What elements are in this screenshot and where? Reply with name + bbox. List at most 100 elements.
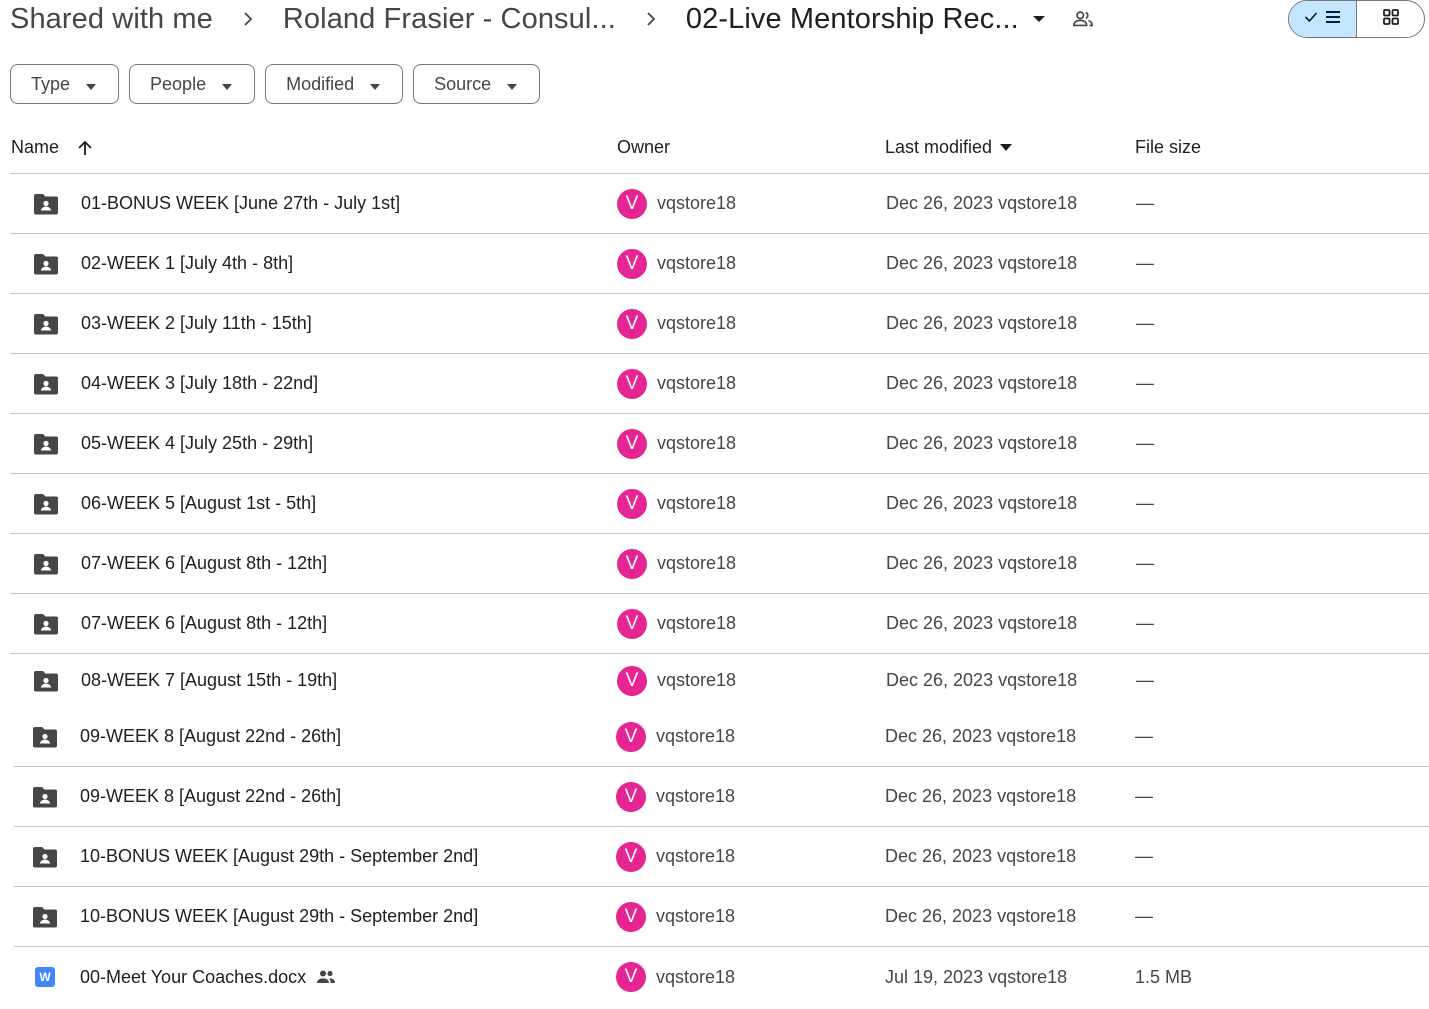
breadcrumb-item-current[interactable]: 02-Live Mentorship Rec... [686,3,1019,36]
avatar[interactable]: V [617,368,647,399]
owner-cell: V vqstore18 [617,534,736,593]
column-label: Last modified [885,137,993,157]
file-name-text: 01-BONUS WEEK [June 27th - July 1st] [81,193,401,213]
chevron-right-icon [213,12,283,26]
list-view-button[interactable] [1289,1,1357,37]
file-name[interactable]: 04-WEEK 3 [July 18th - 22nd] [81,354,318,413]
owner-name: vqstore18 [657,553,737,573]
file-size-cell: 1.5 MB [1135,966,1193,987]
file-size-cell: — [1136,613,1154,633]
avatar[interactable]: V [617,665,647,696]
table-row[interactable]: 07-WEEK 6 [August 8th - 12th] V vqstore1… [10,534,1429,594]
owner-name: vqstore18 [657,373,737,393]
column-header-owner[interactable]: Owner [617,137,670,158]
shared-folder-icon [33,594,59,653]
file-size-cell: — [1136,433,1154,453]
avatar[interactable]: V [617,308,647,339]
table-row[interactable]: 02-WEEK 1 [July 4th - 8th] V vqstore18 D… [10,234,1429,294]
caret-down-icon [222,74,233,95]
column-header-last-modified[interactable]: Last modified [885,137,1013,158]
table-row[interactable]: 06-WEEK 5 [August 1st - 5th] V vqstore18… [10,474,1429,534]
owner-cell: V vqstore18 [616,887,735,946]
breadcrumb-item-parent[interactable]: Roland Frasier - Consul... [283,3,616,36]
column-header-name[interactable]: Name [11,137,93,158]
file-name[interactable]: 07-WEEK 6 [August 8th - 12th] [81,594,327,653]
last-modified-cell: Dec 26, 2023 vqstore18 [885,786,1077,806]
table-row[interactable]: 10-BONUS WEEK [August 29th - September 2… [14,887,1429,947]
avatar[interactable]: V [617,488,647,519]
owner-name: vqstore18 [656,966,736,987]
file-name-text: 07-WEEK 6 [August 8th - 12th] [81,613,328,633]
filter-modified-chip[interactable]: Modified [265,64,404,104]
avatar[interactable]: V [617,188,647,219]
owner-cell: V vqstore18 [617,594,736,653]
avatar[interactable]: V [616,841,646,872]
filter-type-chip[interactable]: Type [10,64,120,104]
table-row[interactable]: 07-WEEK 6 [August 8th - 12th] V vqstore1… [10,594,1429,654]
file-size-cell: — [1135,786,1153,806]
file-name[interactable]: 10-BONUS WEEK [August 29th - September 2… [80,827,478,886]
file-size-cell: — [1136,493,1154,513]
file-name[interactable]: 09-WEEK 8 [August 22nd - 26th] [80,707,341,766]
folder-menu-dropdown-icon[interactable] [1019,14,1059,24]
file-name[interactable]: 07-WEEK 6 [August 8th - 12th] [81,534,327,593]
owner-cell: V vqstore18 [617,234,736,293]
chevron-right-icon [616,12,686,26]
owner-cell: V vqstore18 [617,174,736,233]
shared-people-icon[interactable] [1059,8,1107,30]
file-name[interactable]: 00-Meet Your Coaches.docx [80,947,336,1007]
owner-cell: V vqstore18 [616,947,735,1007]
file-name[interactable]: 08-WEEK 7 [August 15th - 19th] [81,654,337,707]
shared-folder-icon [33,234,59,293]
arrow-up-icon[interactable] [77,140,93,156]
owner-cell: V vqstore18 [616,827,735,886]
file-name[interactable]: 01-BONUS WEEK [June 27th - July 1st] [81,174,400,233]
caret-down-icon [86,74,97,95]
caret-down-icon [507,74,518,95]
file-name-text: 10-BONUS WEEK [August 29th - September 2… [80,846,479,866]
table-row[interactable]: 04-WEEK 3 [July 18th - 22nd] V vqstore18… [10,354,1429,414]
owner-name: vqstore18 [657,313,737,333]
file-name-text: 06-WEEK 5 [August 1st - 5th] [81,493,317,513]
table-row[interactable]: 05-WEEK 4 [July 25th - 29th] V vqstore18… [10,414,1429,474]
file-size-cell: — [1136,253,1154,273]
column-label: Name [11,137,60,157]
table-row[interactable]: W 00-Meet Your Coaches.docx V vqstore18 … [14,947,1429,1007]
last-modified-cell: Dec 26, 2023 vqstore18 [885,846,1077,866]
shared-icon [316,969,336,985]
table-row[interactable]: 10-BONUS WEEK [August 29th - September 2… [14,827,1429,887]
table-row[interactable]: 09-WEEK 8 [August 22nd - 26th] V vqstore… [14,707,1429,767]
avatar[interactable]: V [617,548,647,579]
table-row[interactable]: 09-WEEK 8 [August 22nd - 26th] V vqstore… [14,767,1429,827]
file-type-badge: W [35,967,55,987]
file-size-cell: — [1135,726,1153,746]
avatar[interactable]: V [617,428,647,459]
filter-source-chip[interactable]: Source [413,64,541,104]
filter-people-chip[interactable]: People [129,64,256,104]
file-size-cell: — [1136,313,1154,333]
column-label: File size [1135,137,1202,157]
file-name[interactable]: 03-WEEK 2 [July 11th - 15th] [81,294,312,353]
last-modified-cell: Dec 26, 2023 vqstore18 [886,253,1078,273]
breadcrumb-item-shared-with-me[interactable]: Shared with me [10,3,213,36]
avatar[interactable]: V [616,721,646,752]
column-header-file-size[interactable]: File size [1135,137,1201,158]
table-row[interactable]: 01-BONUS WEEK [June 27th - July 1st] V v… [10,174,1429,234]
avatar[interactable]: V [616,962,646,992]
file-name[interactable]: 05-WEEK 4 [July 25th - 29th] [81,414,313,473]
last-modified-cell: Dec 26, 2023 vqstore18 [885,726,1077,746]
avatar[interactable]: V [617,248,647,279]
file-name[interactable]: 02-WEEK 1 [July 4th - 8th] [81,234,293,293]
grid-view-button[interactable] [1357,1,1424,37]
table-row[interactable]: 08-WEEK 7 [August 15th - 19th] V vqstore… [10,654,1429,707]
last-modified-cell: Dec 26, 2023 vqstore18 [886,433,1078,453]
shared-folder-icon [33,414,59,473]
avatar[interactable]: V [617,608,647,639]
owner-cell: V vqstore18 [617,474,736,533]
file-name[interactable]: 09-WEEK 8 [August 22nd - 26th] [80,767,341,826]
avatar[interactable]: V [616,781,646,812]
table-row[interactable]: 03-WEEK 2 [July 11th - 15th] V vqstore18… [10,294,1429,354]
file-name[interactable]: 06-WEEK 5 [August 1st - 5th] [81,474,316,533]
avatar[interactable]: V [616,901,646,932]
file-name[interactable]: 10-BONUS WEEK [August 29th - September 2… [80,887,478,946]
